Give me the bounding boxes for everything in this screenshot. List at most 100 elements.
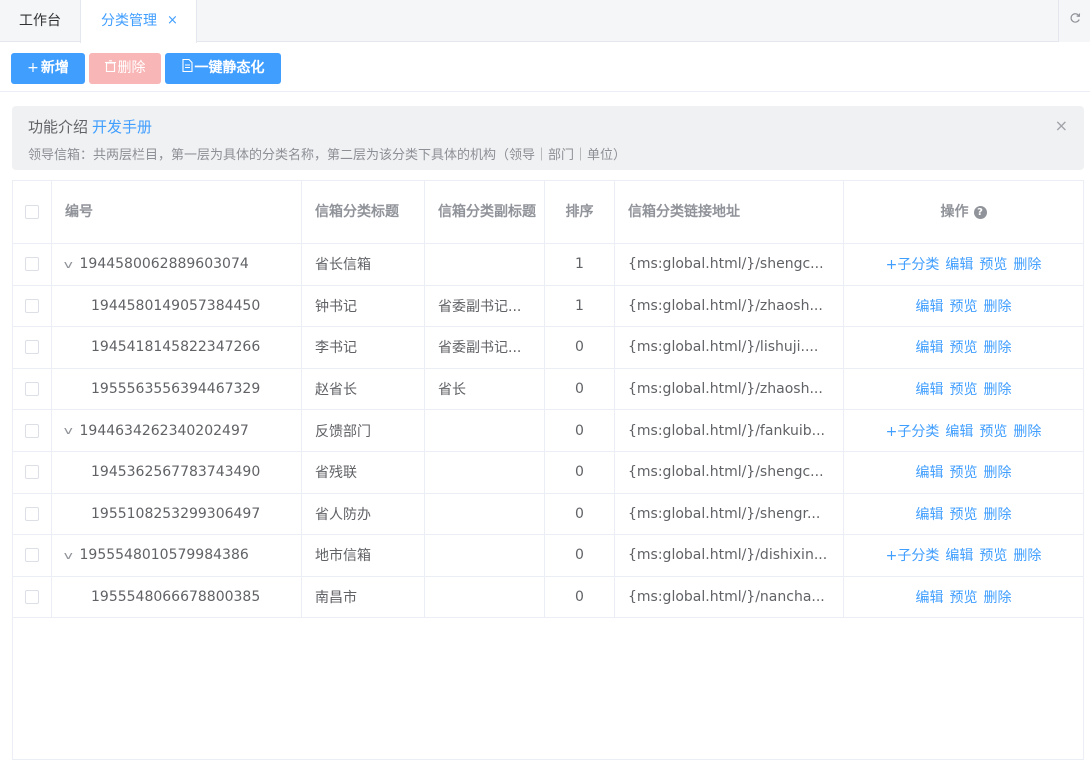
cell-title: 钟书记 bbox=[302, 285, 425, 327]
cell-id: v 1944634262340202497 bbox=[52, 410, 302, 451]
cell-ops: 编辑 预览 删除 bbox=[844, 577, 1083, 618]
alert-title-text: 功能介绍 bbox=[28, 118, 89, 136]
preview-link[interactable]: 预览 bbox=[950, 379, 978, 399]
tab-label: 分类管理 bbox=[101, 13, 157, 29]
delete-link[interactable]: 删除 bbox=[984, 462, 1012, 482]
row-checkbox[interactable] bbox=[25, 590, 39, 605]
cell-ops: 编辑 预览 删除 bbox=[844, 369, 1083, 410]
alert-title: 功能介绍 开发手册 bbox=[28, 116, 152, 137]
cell-ops: 编辑 预览 删除 bbox=[844, 286, 1083, 327]
tab-workbench[interactable]: 工作台 bbox=[0, 0, 80, 42]
edit-link[interactable]: 编辑 bbox=[945, 421, 973, 441]
delete-link[interactable]: 删除 bbox=[984, 296, 1012, 316]
expand-chevron-icon[interactable]: v bbox=[64, 258, 73, 271]
add-child-link[interactable]: +子分类 bbox=[886, 545, 940, 565]
cell-title: 省长信箱 bbox=[302, 244, 425, 285]
cell-id: 1955108253299306497 bbox=[52, 493, 302, 535]
preview-link[interactable]: 预览 bbox=[950, 337, 978, 357]
preview-link[interactable]: 预览 bbox=[950, 296, 978, 316]
edit-link[interactable]: 编辑 bbox=[916, 462, 944, 482]
row-id: 1945418145822347266 bbox=[91, 339, 261, 356]
cell-url: {ms:global.html/}/zhaosh... bbox=[615, 285, 844, 327]
cell-subtitle bbox=[425, 493, 545, 535]
header-ops-label: 操作 bbox=[940, 204, 969, 220]
dev-manual-link[interactable]: 开发手册 bbox=[92, 118, 152, 136]
table-row: 1955548066678800385 南昌市 0 {ms:global.html/}… bbox=[13, 576, 1083, 619]
edit-link[interactable]: 编辑 bbox=[916, 504, 944, 524]
table-row: 1955563556394467329 赵省长 省长 0 {ms:global.html… bbox=[13, 368, 1083, 411]
cell-id: 1945418145822347266 bbox=[52, 327, 302, 368]
expand-chevron-icon[interactable]: v bbox=[64, 549, 73, 562]
cell-ops: 编辑 预览 删除 bbox=[844, 494, 1083, 535]
delete-button[interactable]: 删除 bbox=[89, 53, 161, 84]
close-icon[interactable]: × bbox=[167, 0, 178, 42]
delete-link[interactable]: 删除 bbox=[984, 337, 1012, 357]
preview-link[interactable]: 预览 bbox=[950, 504, 978, 524]
cell-title: 地市信箱 bbox=[302, 535, 425, 576]
row-id: 1944580149057384450 bbox=[91, 297, 261, 314]
cell-title: 省残联 bbox=[302, 452, 425, 493]
add-button[interactable]: + 新增 bbox=[11, 53, 85, 84]
cell-ops: +子分类 编辑 预览 删除 bbox=[844, 410, 1083, 451]
preview-link[interactable]: 预览 bbox=[979, 254, 1007, 274]
row-checkbox[interactable] bbox=[25, 548, 39, 563]
static-generate-button[interactable]: 一键静态化 bbox=[165, 53, 281, 84]
cell-sort: 0 bbox=[545, 327, 615, 368]
delete-link[interactable]: 删除 bbox=[984, 504, 1012, 524]
row-checkbox[interactable] bbox=[25, 423, 39, 438]
row-checkbox[interactable] bbox=[25, 382, 39, 397]
row-checkbox[interactable] bbox=[25, 465, 39, 480]
row-select-cell bbox=[13, 244, 52, 285]
tab-category-management[interactable]: 分类管理 × bbox=[80, 0, 197, 43]
row-id: 1955563556394467329 bbox=[91, 381, 261, 398]
row-checkbox[interactable] bbox=[25, 506, 39, 521]
row-select-cell bbox=[13, 327, 52, 368]
select-all-checkbox[interactable] bbox=[25, 205, 39, 219]
preview-link[interactable]: 预览 bbox=[950, 462, 978, 482]
cell-id: v 1955548010579984386 bbox=[52, 535, 302, 576]
delete-link[interactable]: 删除 bbox=[1013, 421, 1041, 441]
row-checkbox[interactable] bbox=[25, 257, 39, 272]
preview-link[interactable]: 预览 bbox=[979, 545, 1007, 565]
cell-subtitle: 省委副书记... bbox=[425, 327, 545, 368]
edit-link[interactable]: 编辑 bbox=[916, 587, 944, 607]
cell-sort: 1 bbox=[545, 244, 615, 285]
close-icon[interactable]: × bbox=[1055, 116, 1068, 135]
row-checkbox[interactable] bbox=[25, 298, 39, 313]
cell-id: 1955563556394467329 bbox=[52, 368, 302, 410]
edit-link[interactable]: 编辑 bbox=[916, 379, 944, 399]
cell-url: {ms:global.html/}/shengr... bbox=[615, 493, 844, 535]
add-child-link[interactable]: +子分类 bbox=[886, 421, 940, 441]
edit-link[interactable]: 编辑 bbox=[945, 545, 973, 565]
refresh-icon[interactable] bbox=[1058, 0, 1090, 42]
delete-link[interactable]: 删除 bbox=[984, 587, 1012, 607]
row-id: 1944634262340202497 bbox=[79, 422, 249, 439]
edit-link[interactable]: 编辑 bbox=[945, 254, 973, 274]
add-child-link[interactable]: +子分类 bbox=[886, 254, 940, 274]
help-icon[interactable]: ? bbox=[973, 205, 987, 219]
delete-link[interactable]: 删除 bbox=[1013, 254, 1041, 274]
table-row: v 1955548010579984386 地市信箱 0 {ms:global.html… bbox=[13, 535, 1083, 577]
row-checkbox[interactable] bbox=[25, 340, 39, 355]
table-row: 1945362567783743490 省残联 0 {ms:global.html/}… bbox=[13, 452, 1083, 494]
cell-ops: 编辑 预览 删除 bbox=[844, 452, 1083, 493]
delete-link[interactable]: 删除 bbox=[984, 379, 1012, 399]
preview-link[interactable]: 预览 bbox=[950, 587, 978, 607]
cell-sort: 0 bbox=[545, 410, 615, 451]
delete-link[interactable]: 删除 bbox=[1013, 545, 1041, 565]
table-row: v 1944580062889603074 省长信箱 1 {ms:global.html… bbox=[13, 244, 1083, 286]
header-subtitle: 信箱分类副标题 bbox=[425, 181, 545, 243]
row-select-cell bbox=[13, 535, 52, 576]
table-row: 1955108253299306497 省人防办 0 {ms:global.html/… bbox=[13, 493, 1083, 536]
table-row: v 1944634262340202497 反馈部门 0 {ms:global.html… bbox=[13, 410, 1083, 452]
static-generate-label: 一键静态化 bbox=[194, 60, 265, 76]
expand-chevron-icon[interactable]: v bbox=[64, 424, 73, 437]
add-label: 新增 bbox=[40, 60, 69, 76]
edit-link[interactable]: 编辑 bbox=[916, 337, 944, 357]
edit-link[interactable]: 编辑 bbox=[916, 296, 944, 316]
document-icon bbox=[181, 58, 193, 76]
info-alert: 功能介绍 开发手册 领导信箱：共两层栏目，第一层为具体的分类名称，第二层为该分类下… bbox=[12, 106, 1084, 170]
cell-title: 南昌市 bbox=[302, 576, 425, 618]
cell-id: 1945362567783743490 bbox=[52, 452, 302, 493]
preview-link[interactable]: 预览 bbox=[979, 421, 1007, 441]
